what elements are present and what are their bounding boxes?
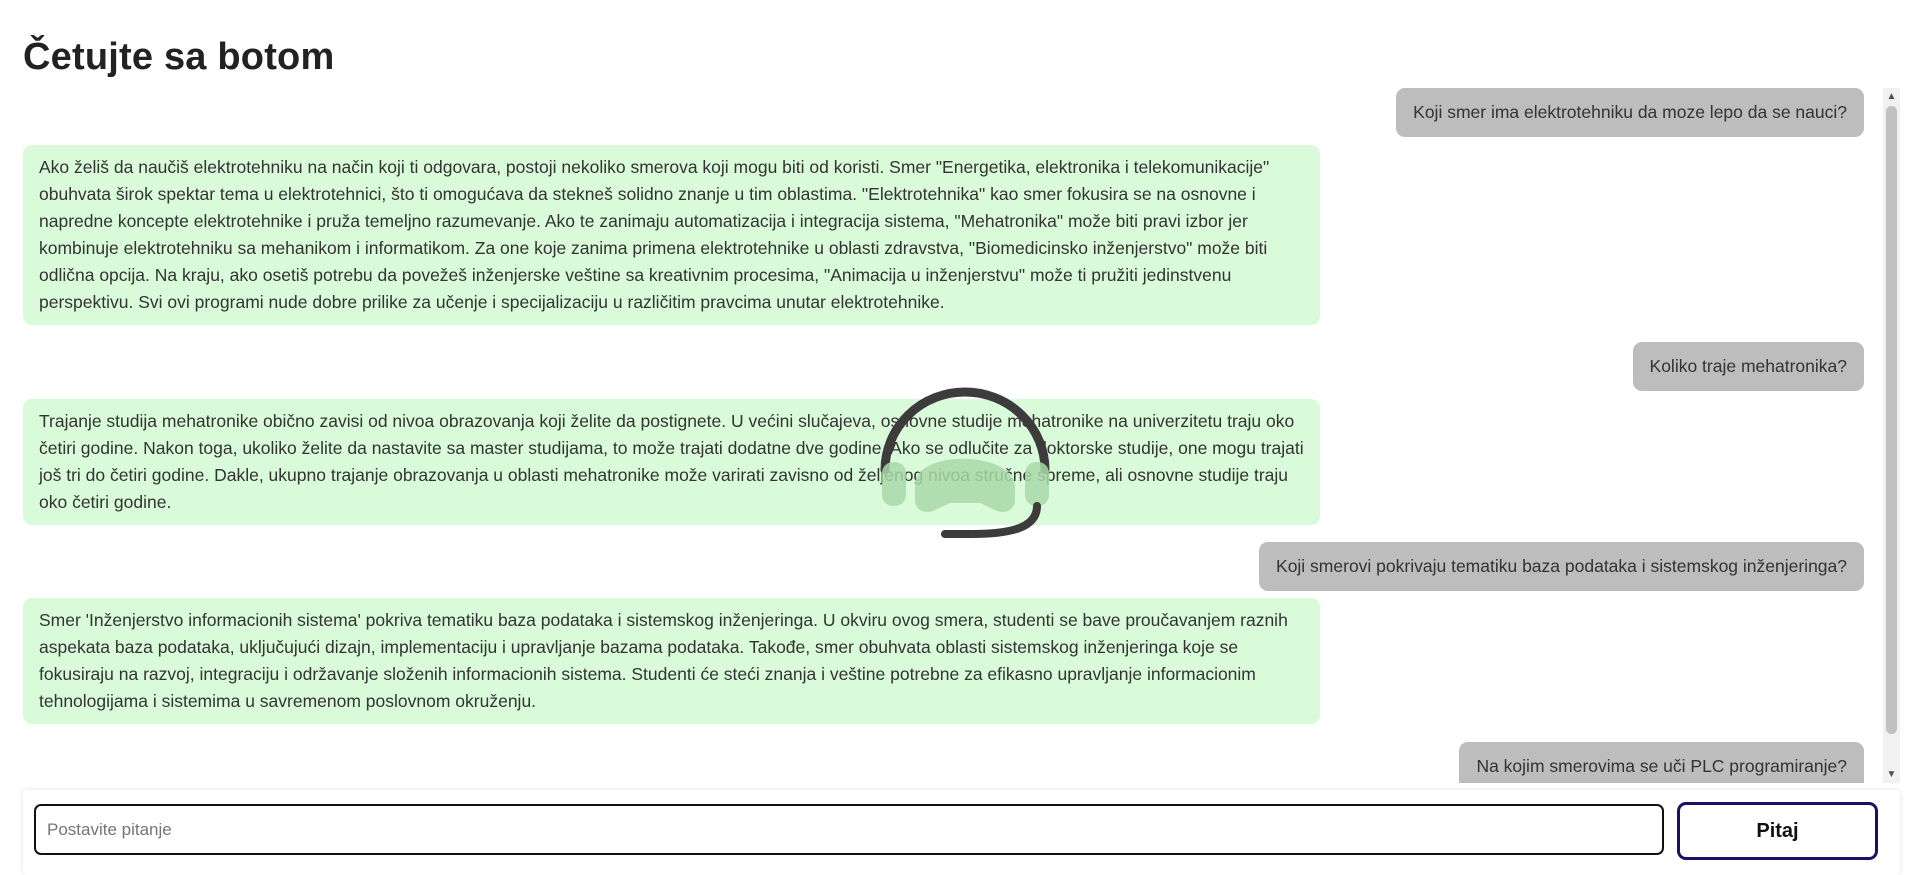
user-message: Na kojim smerovima se uči PLC programira… [1459,742,1864,783]
user-message: Koji smerovi pokrivaju tematiku baza pod… [1259,542,1864,591]
arrow-up-icon[interactable]: ▲ [1883,88,1900,105]
ask-button[interactable]: Pitaj [1677,802,1878,860]
message-composer: Pitaj [23,790,1900,875]
bot-message: Trajanje studija mehatronike obično zavi… [23,399,1320,525]
arrow-down-icon[interactable]: ▼ [1883,766,1900,783]
scrollbar-thumb[interactable] [1886,106,1897,734]
question-input[interactable] [34,804,1664,855]
chat-page: Četujte sa botom Koji smer ima elektrote… [0,0,1920,875]
page-title: Četujte sa botom [23,36,335,78]
chat-scrollbar[interactable]: ▲ ▼ [1883,88,1900,783]
user-message: Koji smer ima elektrotehniku da moze lep… [1396,88,1864,137]
chat-history[interactable]: Koji smer ima elektrotehniku da moze lep… [0,88,1900,783]
user-message: Koliko traje mehatronika? [1632,342,1864,391]
bot-message: Ako želiš da naučiš elektrotehniku na na… [23,145,1320,325]
bot-message: Smer 'Inženjerstvo informacionih sistema… [23,598,1320,724]
